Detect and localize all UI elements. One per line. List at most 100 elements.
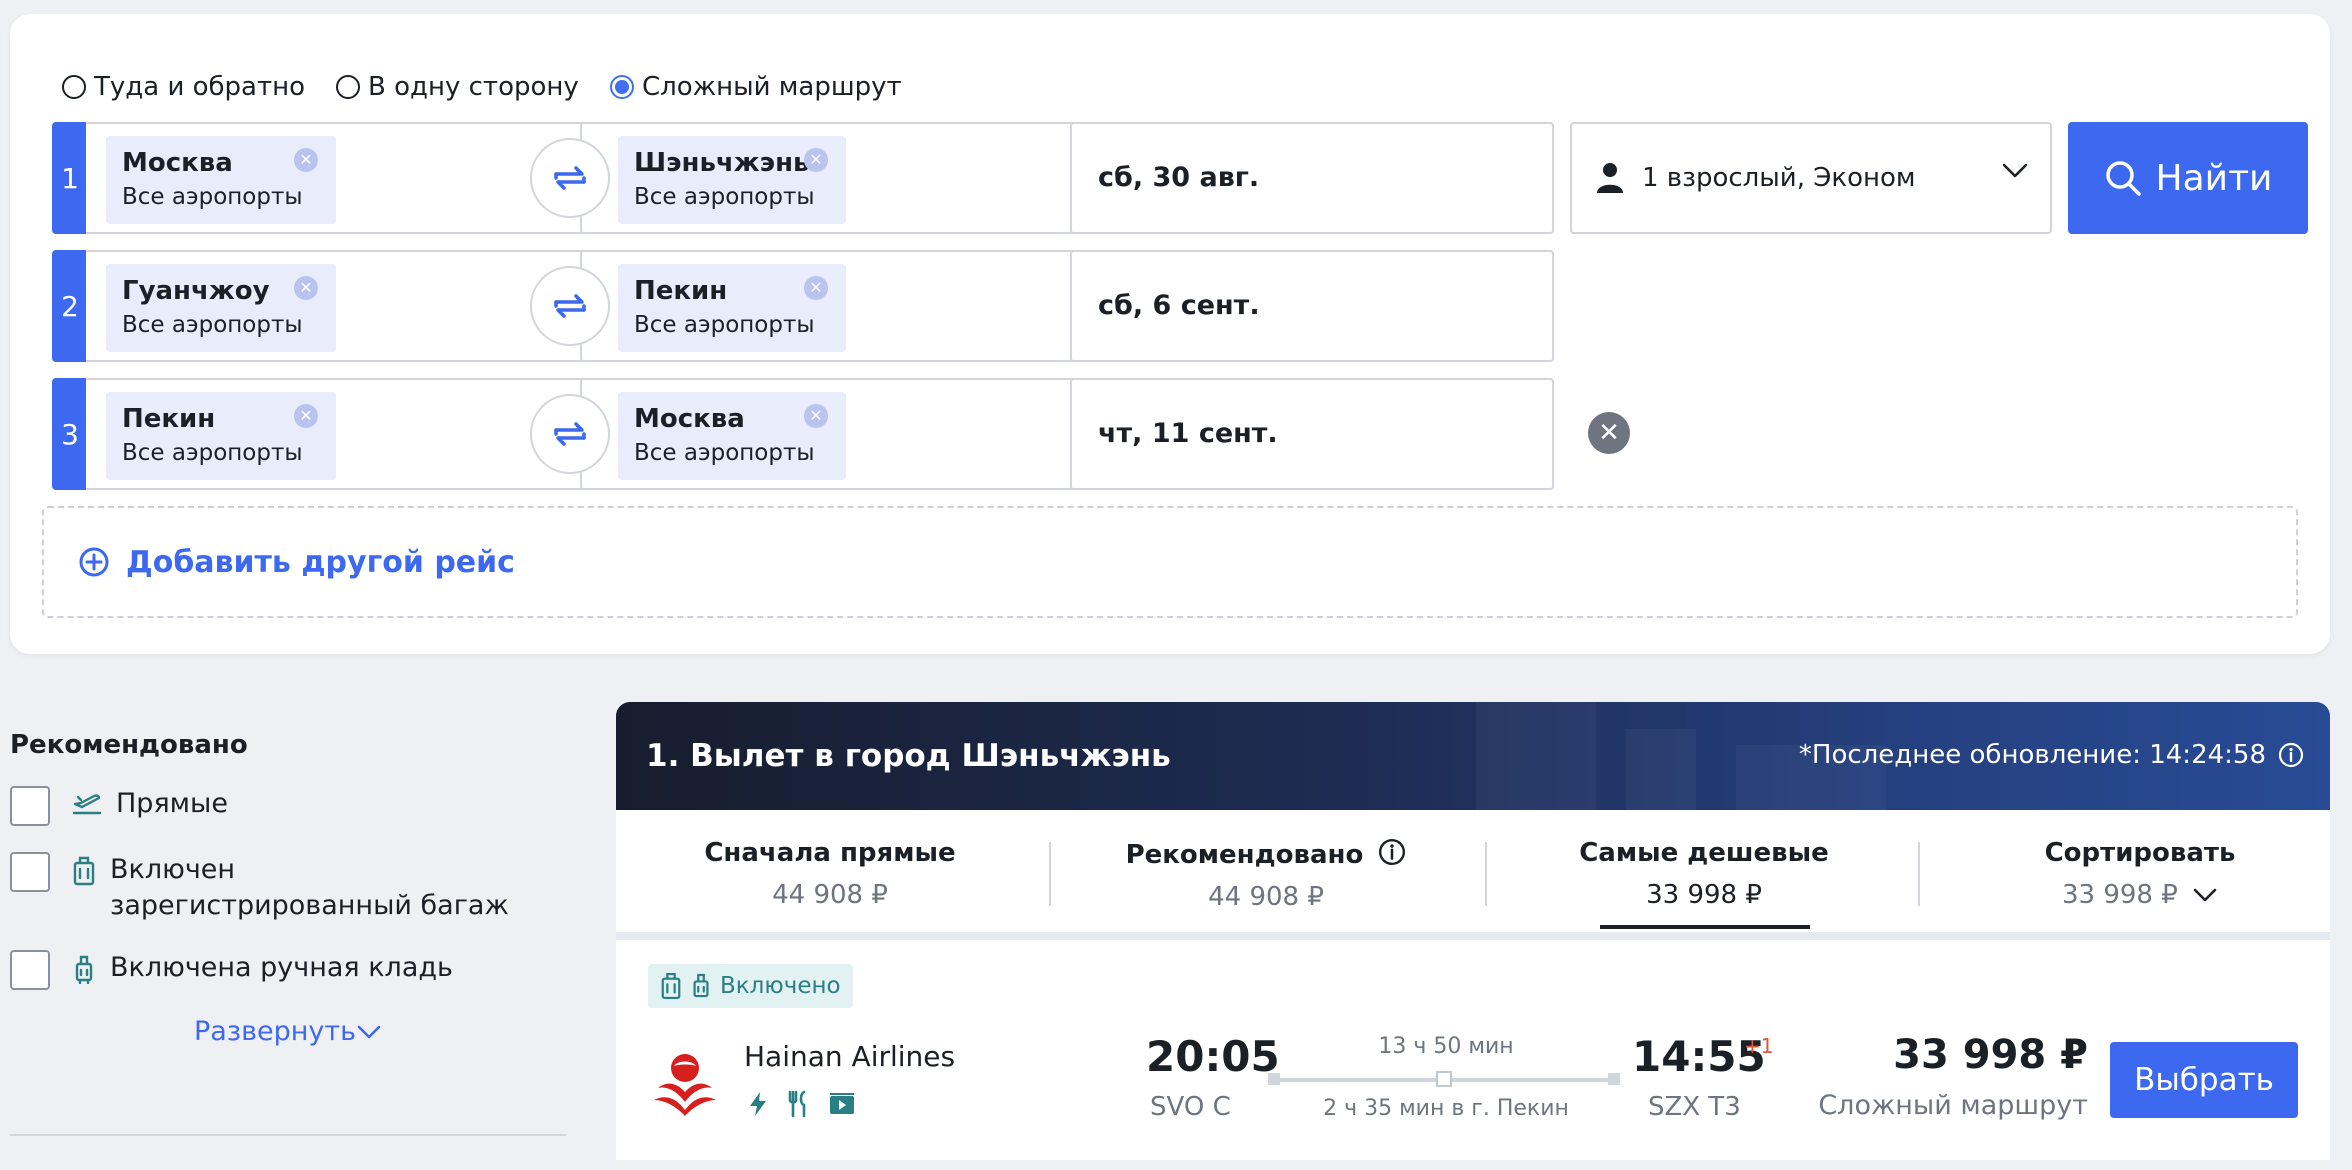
- filter-checkbox[interactable]: [10, 950, 50, 990]
- chevron-down-icon: [2002, 163, 2028, 178]
- radio-roundtrip[interactable]: [62, 75, 86, 99]
- chevron-down-icon: [357, 1025, 381, 1039]
- info-icon[interactable]: [2278, 742, 2304, 768]
- meal-icon: [788, 1090, 806, 1118]
- radio-multicity[interactable]: [610, 75, 634, 99]
- sort-tab-recommended[interactable]: Рекомендовано 44 908 ₽: [1052, 810, 1480, 932]
- passengers-value: 1 взрослый, Эконом: [1642, 163, 1916, 193]
- departure-airport: SVO C: [1150, 1092, 1231, 1122]
- chevron-down-icon: [2193, 888, 2217, 902]
- sort-title: Сортировать: [2044, 838, 2236, 868]
- to-chip[interactable]: Москва Все аэропорты ✕: [618, 392, 846, 480]
- from-chip[interactable]: Гуанчжоу Все аэропорты ✕: [106, 264, 336, 352]
- add-flight-label: Добавить другой рейс: [126, 544, 515, 580]
- filter-label: Включен зарегистрированный багаж: [110, 854, 509, 921]
- layover-info: 2 ч 35 мин в г. Пекин: [1323, 1096, 1569, 1121]
- from-chip[interactable]: Пекин Все аэропорты ✕: [106, 392, 336, 480]
- clear-to-icon[interactable]: ✕: [804, 404, 828, 428]
- last-update-text: *Последнее обновление: 14:24:58: [1798, 740, 2266, 770]
- trip-type-label: В одну сторону: [368, 72, 579, 102]
- flight-price: 33 998 ₽: [1893, 1032, 2088, 1078]
- to-field[interactable]: Шэньчжэнь Все аэропорты ✕: [580, 122, 1096, 234]
- filters-title: Рекомендовано: [10, 730, 248, 760]
- price-route-type: Сложный маршрут: [1818, 1090, 2088, 1121]
- hainan-airlines-logo: [654, 1054, 716, 1116]
- swap-button[interactable]: [530, 266, 610, 346]
- header-skyline: [1476, 702, 1596, 810]
- passengers-dropdown[interactable]: 1 взрослый, Эконом: [1570, 122, 2052, 234]
- filter-direct[interactable]: Прямые: [10, 786, 566, 826]
- add-flight-button[interactable]: Добавить другой рейс: [42, 506, 2298, 618]
- radio-oneway[interactable]: [336, 75, 360, 99]
- baggage-badge-label: Включено: [720, 973, 841, 999]
- clear-from-icon[interactable]: ✕: [294, 148, 318, 172]
- to-field[interactable]: Пекин Все аэропорты ✕: [580, 250, 1096, 362]
- sort-divider: [1049, 842, 1051, 906]
- to-chip[interactable]: Шэньчжэнь Все аэропорты ✕: [618, 136, 846, 224]
- route-line: [1268, 1071, 1620, 1087]
- flight-card[interactable]: Включено Hainan Airlines 20:05 SVO C 13 …: [616, 940, 2330, 1160]
- sort-price: 33 998 ₽: [2061, 880, 2178, 910]
- airline-name: Hainan Airlines: [744, 1040, 956, 1073]
- departure-time: 20:05: [1146, 1032, 1280, 1081]
- leg-row-2: 2 Гуанчжоу Все аэропорты ✕ Пекин Все аэр…: [52, 250, 2308, 362]
- trip-type-roundtrip[interactable]: Туда и обратно: [62, 72, 305, 102]
- baggage-included-badge: Включено: [648, 964, 853, 1008]
- swap-button[interactable]: [530, 138, 610, 218]
- remove-leg-icon[interactable]: ✕: [1588, 412, 1630, 454]
- sort-bar: Сначала прямые 44 908 ₽ Рекомендовано 44…: [616, 810, 2330, 932]
- sort-divider: [1485, 842, 1487, 906]
- filters-sidebar: Рекомендовано Прямые Включен зарегистрир…: [10, 730, 566, 1136]
- date-value: сб, 6 сент.: [1098, 290, 1260, 321]
- sort-tab-direct[interactable]: Сначала прямые 44 908 ₽: [616, 810, 1044, 932]
- sort-price: 44 908 ₽: [1208, 882, 1324, 912]
- choose-button[interactable]: Выбрать: [2110, 1042, 2298, 1118]
- filter-carry-on[interactable]: Включена ручная кладь: [10, 950, 566, 990]
- date-field[interactable]: чт, 11 сент.: [1070, 378, 1554, 490]
- filter-label: Прямые: [116, 788, 228, 819]
- clear-to-icon[interactable]: ✕: [804, 148, 828, 172]
- trip-type-oneway[interactable]: В одну сторону: [336, 72, 579, 102]
- plus-circle-icon: [79, 547, 109, 577]
- filter-checked-baggage[interactable]: Включен зарегистрированный багаж: [10, 852, 566, 924]
- from-chip[interactable]: Москва Все аэропорты ✕: [106, 136, 336, 224]
- plane-takeoff-icon: [72, 794, 102, 815]
- leg-number: 3: [52, 378, 88, 490]
- to-airports: Все аэропорты: [634, 184, 815, 210]
- to-airports: Все аэропорты: [634, 440, 815, 466]
- arrival-day-offset: +1: [1744, 1034, 1774, 1058]
- to-field[interactable]: Москва Все аэропорты ✕: [580, 378, 1096, 490]
- clear-to-icon[interactable]: ✕: [804, 276, 828, 300]
- to-chip[interactable]: Пекин Все аэропорты ✕: [618, 264, 846, 352]
- date-value: сб, 30 авг.: [1098, 162, 1260, 193]
- filter-checkbox[interactable]: [10, 852, 50, 892]
- expand-filters-button[interactable]: Развернуть: [10, 1016, 566, 1047]
- from-field[interactable]: Москва Все аэропорты ✕: [86, 122, 606, 234]
- sort-price-wrap: 33 998 ₽: [1926, 880, 2352, 910]
- person-icon: [1597, 163, 1623, 193]
- clear-from-icon[interactable]: ✕: [294, 276, 318, 300]
- route-end: [1608, 1073, 1620, 1085]
- filter-checkbox[interactable]: [10, 786, 50, 826]
- sort-tab-cheapest[interactable]: Самые дешевые 33 998 ₽: [1490, 810, 1918, 932]
- search-icon: [2105, 161, 2141, 196]
- to-city: Шэньчжэнь: [634, 148, 810, 178]
- from-field[interactable]: Гуанчжоу Все аэропорты ✕: [86, 250, 606, 362]
- from-city: Москва: [122, 148, 233, 178]
- search-label: Найти: [2155, 157, 2273, 199]
- swap-button[interactable]: [530, 394, 610, 474]
- amenities: [746, 1090, 856, 1118]
- sort-dropdown[interactable]: Сортировать 33 998 ₽: [1926, 810, 2352, 932]
- from-airports: Все аэропорты: [122, 184, 303, 210]
- trip-type-label: Туда и обратно: [94, 72, 306, 102]
- last-update: *Последнее обновление: 14:24:58: [1799, 740, 2304, 770]
- date-field[interactable]: сб, 30 авг.: [1070, 122, 1554, 234]
- results-header: 1. Вылет в город Шэньчжэнь *Последнее об…: [616, 702, 2330, 810]
- results-title: 1. Вылет в город Шэньчжэнь: [646, 738, 1171, 774]
- info-icon[interactable]: [1378, 838, 1406, 866]
- search-button[interactable]: Найти: [2068, 122, 2308, 234]
- clear-from-icon[interactable]: ✕: [294, 404, 318, 428]
- from-field[interactable]: Пекин Все аэропорты ✕: [86, 378, 606, 490]
- trip-type-multicity[interactable]: Сложный маршрут: [610, 72, 902, 102]
- date-field[interactable]: сб, 6 сент.: [1070, 250, 1554, 362]
